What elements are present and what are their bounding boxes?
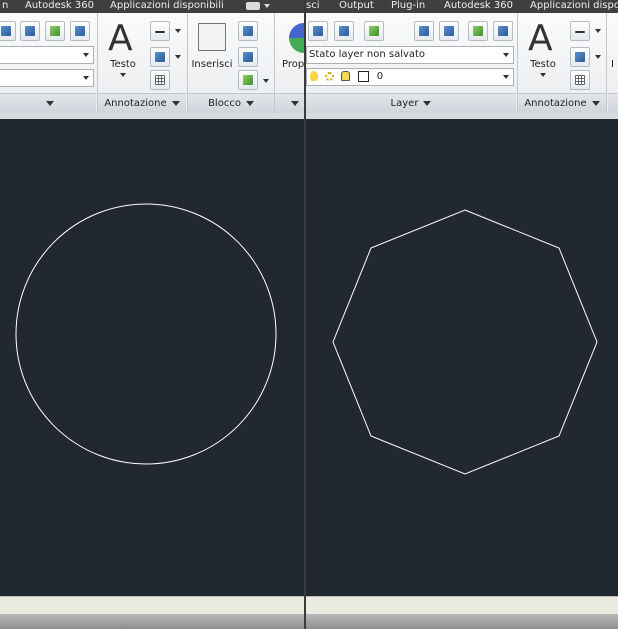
lightbulb-icon[interactable] — [310, 71, 318, 81]
right-menubar: sci Output Plug-in Autodesk 360 Applicaz… — [306, 0, 618, 13]
chevron-down-icon[interactable] — [120, 73, 126, 77]
right-autocad-window: sci Output Plug-in Autodesk 360 Applicaz… — [306, 0, 618, 629]
chevron-down-icon — [45, 100, 54, 106]
dimension-icon[interactable] — [570, 21, 590, 41]
panel-title-label: Annotazione — [524, 98, 587, 109]
layer-freeze-icon[interactable] — [493, 21, 513, 41]
create-block-icon[interactable] — [238, 21, 258, 41]
dimension-icon[interactable] — [150, 21, 170, 41]
left-drawing-area[interactable] — [0, 119, 304, 596]
chevron-down-icon[interactable] — [595, 55, 601, 59]
menu-item-autodesk-360[interactable]: Autodesk 360 — [25, 0, 94, 12]
right-drawing-area[interactable] — [306, 119, 618, 596]
edit-block-icon[interactable] — [238, 47, 258, 67]
block-panel-title[interactable]: Blocco — [188, 93, 274, 114]
chevron-down-icon[interactable] — [175, 55, 181, 59]
left-drawing-svg — [15, 203, 277, 465]
octagon-shape[interactable] — [332, 209, 598, 475]
chevron-down-icon[interactable] — [175, 29, 181, 33]
text-button-label[interactable]: Testo — [105, 59, 141, 70]
layer-panel-title[interactable] — [0, 93, 96, 114]
chevron-down-icon — [290, 100, 299, 106]
text-icon[interactable]: A — [528, 21, 553, 57]
menu-item-applicazioni[interactable]: Applicazioni disponibili — [110, 0, 224, 12]
layer-state-value: Stato layer non salvato — [309, 49, 426, 60]
match-layer-icon[interactable] — [20, 21, 40, 41]
layer-icon[interactable] — [308, 21, 328, 41]
left-autocad-window: n Autodesk 360 Applicazioni disponibili … — [0, 0, 304, 629]
leader-icon[interactable] — [570, 47, 590, 67]
menu-item-plugin[interactable]: Plug-in — [391, 0, 425, 12]
menu-item-output[interactable]: Output — [339, 0, 374, 12]
layer-combo[interactable] — [0, 69, 94, 87]
layer-walk-icon[interactable] — [45, 21, 65, 41]
layer-walk-icon[interactable] — [364, 21, 384, 41]
block-attribute-icon[interactable] — [238, 70, 258, 90]
chevron-down-icon — [591, 100, 600, 106]
menu-item-truncated[interactable]: n — [2, 0, 8, 12]
properties-wheel-icon[interactable] — [289, 23, 304, 53]
annotation-panel-title[interactable]: Annotazione — [518, 93, 606, 114]
truncated-panel-title[interactable] — [608, 93, 618, 114]
chevron-down-icon[interactable] — [263, 79, 269, 83]
menu-item-autodesk-360[interactable]: Autodesk 360 — [444, 0, 513, 12]
circle-shape[interactable] — [15, 203, 277, 465]
color-swatch-icon[interactable] — [357, 70, 369, 82]
chevron-down-icon[interactable] — [595, 29, 601, 33]
separator — [606, 13, 607, 113]
chevron-down-icon — [245, 100, 254, 106]
layer-isolate-icon[interactable] — [70, 21, 90, 41]
insert-block-icon[interactable] — [198, 23, 226, 51]
lock-icon[interactable] — [341, 71, 351, 81]
menu-item-truncated[interactable]: sci — [306, 0, 320, 12]
text-button-label[interactable]: Testo — [525, 59, 561, 70]
layer-combo[interactable]: 0 — [306, 68, 514, 86]
chevron-down-icon — [171, 100, 180, 106]
status-bar — [0, 614, 304, 629]
layer-panel-title[interactable]: Layer — [306, 93, 516, 114]
panel-title-label: Blocco — [208, 98, 241, 109]
text-icon[interactable]: A — [108, 21, 133, 57]
annotation-panel-title[interactable]: Annotazione — [98, 93, 186, 114]
leader-icon[interactable] — [150, 47, 170, 67]
layer-icon[interactable] — [0, 21, 16, 41]
layer-state-combo[interactable] — [0, 46, 94, 64]
match-layer-icon[interactable] — [414, 21, 434, 41]
cloud-icon[interactable] — [246, 2, 260, 10]
properties-panel-title[interactable] — [275, 93, 304, 114]
menu-item-applicazioni[interactable]: Applicazioni disponi — [530, 0, 618, 12]
layer-properties-icon[interactable] — [334, 21, 354, 41]
sun-icon[interactable] — [325, 71, 335, 81]
left-menubar: n Autodesk 360 Applicazioni disponibili — [0, 0, 304, 13]
command-line-strip[interactable] — [306, 596, 618, 615]
chevron-down-icon[interactable] — [264, 4, 270, 8]
chevron-down-icon[interactable] — [540, 73, 546, 77]
layer-state-combo[interactable]: Stato layer non salvato — [306, 46, 514, 64]
panel-title-label: Annotazione — [104, 98, 167, 109]
layer-isolate-icon[interactable] — [468, 21, 488, 41]
status-bar — [306, 614, 618, 629]
properties-button-label[interactable]: Prop — [282, 59, 304, 70]
table-icon[interactable] — [570, 70, 590, 90]
layer-previous-icon[interactable] — [439, 21, 459, 41]
insert-button-label[interactable]: Inserisci — [190, 59, 234, 70]
truncated-button-label[interactable]: I — [611, 59, 618, 70]
command-line-strip[interactable] — [0, 596, 304, 615]
chevron-down-icon — [423, 100, 432, 106]
table-icon[interactable] — [150, 70, 170, 90]
right-drawing-svg — [332, 209, 598, 475]
current-layer-name: 0 — [376, 71, 384, 82]
panel-title-label: Layer — [390, 98, 419, 109]
